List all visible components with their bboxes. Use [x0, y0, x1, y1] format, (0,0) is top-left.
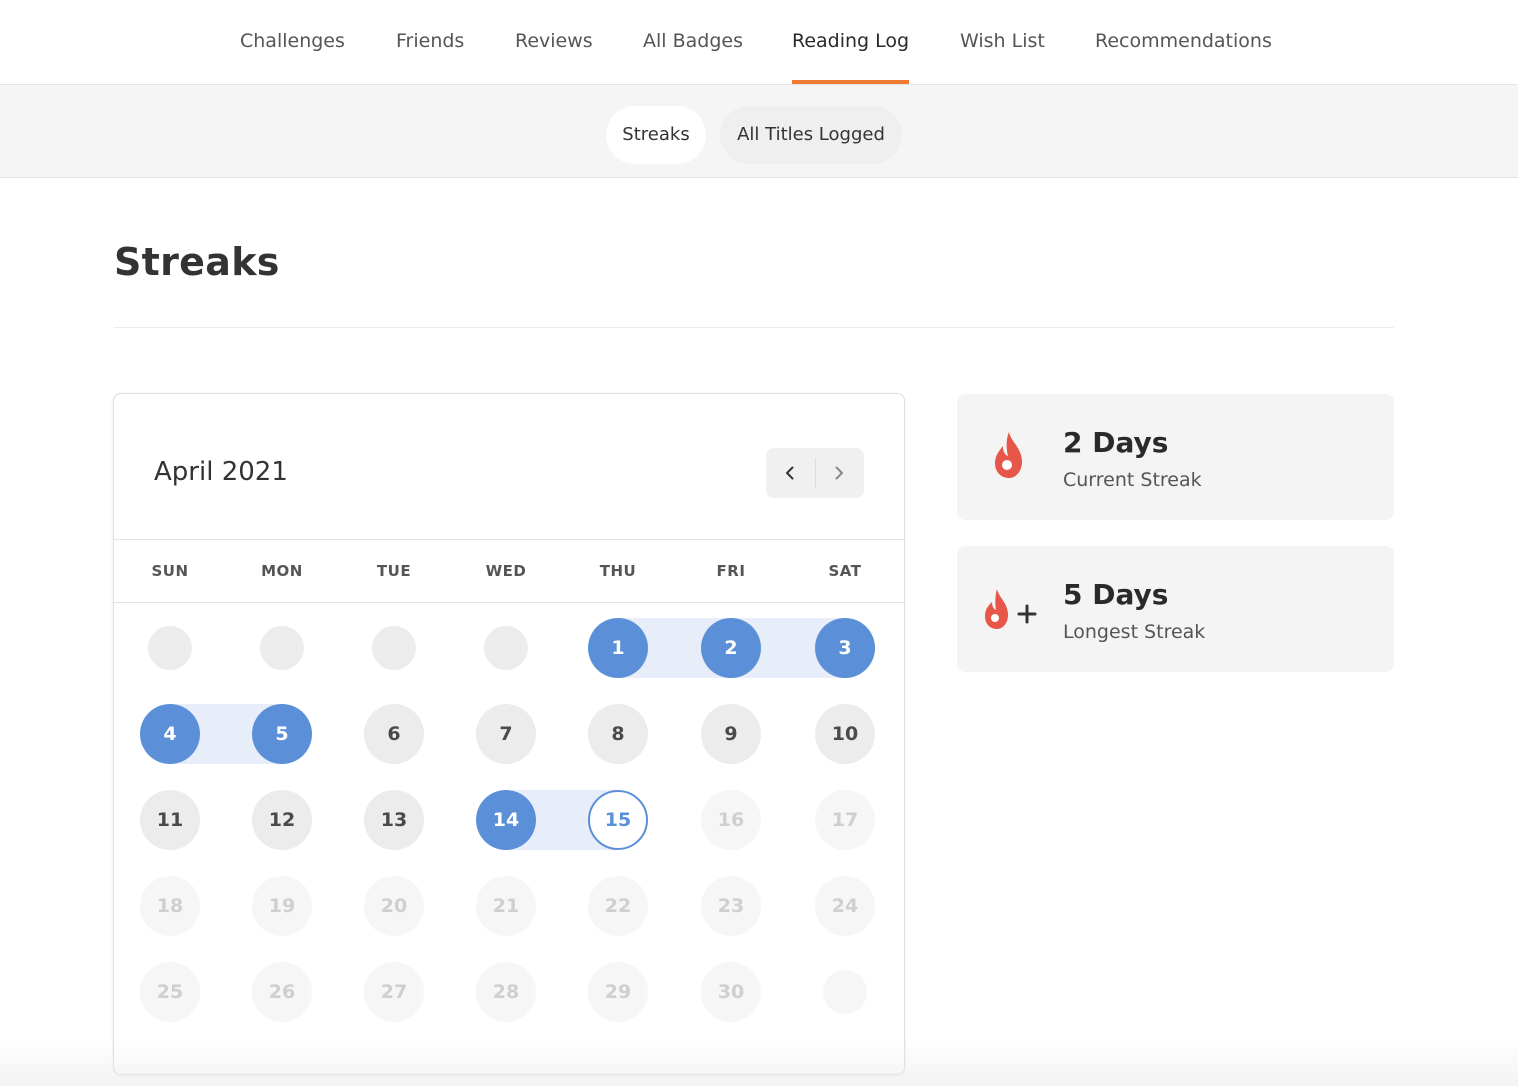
month-label: April 2021: [154, 457, 288, 487]
calendar-day: 26: [252, 962, 312, 1022]
calendar-day: 16: [701, 790, 761, 850]
calendar-day[interactable]: 3: [815, 618, 875, 678]
tab-challenges[interactable]: Challenges: [240, 0, 345, 84]
flame-plus-icon: [985, 589, 1037, 629]
tab-all-badges[interactable]: All Badges: [643, 0, 743, 84]
weekday-sat: SAT: [828, 562, 862, 580]
calendar-day[interactable]: 4: [140, 704, 200, 764]
tab-reading-log[interactable]: Reading Log: [792, 0, 910, 84]
current-streak-card: 2 Days Current Streak: [957, 394, 1394, 520]
current-streak-label: Current Streak: [1063, 469, 1202, 491]
calendar-day[interactable]: 6: [364, 704, 424, 764]
empty-day-cell: [823, 970, 867, 1014]
calendar-day[interactable]: 8: [588, 704, 648, 764]
calendar-header-divider: [114, 539, 904, 540]
calendar-day[interactable]: 1: [588, 618, 648, 678]
calendar-day[interactable]: 12: [252, 790, 312, 850]
empty-day-cell: [148, 626, 192, 670]
title-divider: [114, 327, 1394, 328]
tab-recommendations[interactable]: Recommendations: [1095, 0, 1272, 84]
chevron-right-icon: [835, 466, 843, 480]
calendar-day: 23: [701, 876, 761, 936]
sub-nav: Streaks All Titles Logged: [0, 85, 1518, 178]
calendar-day[interactable]: 10: [815, 704, 875, 764]
empty-day-cell: [484, 626, 528, 670]
calendar-day[interactable]: 5: [252, 704, 312, 764]
calendar-day[interactable]: 14: [476, 790, 536, 850]
prev-month-button[interactable]: [766, 448, 815, 498]
calendar-day[interactable]: 15: [588, 790, 648, 850]
calendar-day: 20: [364, 876, 424, 936]
tab-friends[interactable]: Friends: [396, 0, 464, 84]
tab-wish-list[interactable]: Wish List: [960, 0, 1045, 84]
calendar-day: 19: [252, 876, 312, 936]
calendar-day[interactable]: 2: [701, 618, 761, 678]
longest-streak-card: 5 Days Longest Streak: [957, 546, 1394, 672]
current-streak-value: 2 Days: [1063, 426, 1169, 459]
weekday-mon: MON: [261, 562, 303, 580]
calendar-day[interactable]: 13: [364, 790, 424, 850]
calendar-day: 24: [815, 876, 875, 936]
page-title: Streaks: [114, 240, 280, 284]
calendar-day[interactable]: 11: [140, 790, 200, 850]
next-month-button[interactable]: [815, 448, 864, 498]
weekday-sun: SUN: [151, 562, 189, 580]
calendar-day[interactable]: 7: [476, 704, 536, 764]
pill-streaks[interactable]: Streaks: [606, 106, 706, 164]
calendar-day: 21: [476, 876, 536, 936]
calendar-day: 17: [815, 790, 875, 850]
month-nav: [766, 448, 864, 498]
weekday-thu: THU: [599, 562, 637, 580]
flame-icon: [995, 432, 1022, 478]
calendar-day: 28: [476, 962, 536, 1022]
pill-all-titles-logged[interactable]: All Titles Logged: [720, 106, 902, 164]
weekday-tue: TUE: [376, 562, 412, 580]
calendar-day[interactable]: 9: [701, 704, 761, 764]
calendar-day: 18: [140, 876, 200, 936]
calendar-day: 30: [701, 962, 761, 1022]
top-nav: Challenges Friends Reviews All Badges Re…: [0, 0, 1518, 85]
tab-reviews[interactable]: Reviews: [515, 0, 593, 84]
calendar-day: 22: [588, 876, 648, 936]
calendar-day: 27: [364, 962, 424, 1022]
longest-streak-value: 5 Days: [1063, 578, 1169, 611]
weekday-fri: FRI: [716, 562, 746, 580]
weekday-divider: [114, 602, 904, 603]
empty-day-cell: [260, 626, 304, 670]
longest-streak-label: Longest Streak: [1063, 621, 1206, 643]
empty-day-cell: [372, 626, 416, 670]
calendar-day: 29: [588, 962, 648, 1022]
calendar-day: 25: [140, 962, 200, 1022]
streak-calendar: April 2021 SUN MON TUE WED THU FRI SAT 1234567…: [113, 393, 905, 1075]
weekday-wed: WED: [485, 562, 527, 580]
chevron-left-icon: [786, 466, 794, 480]
